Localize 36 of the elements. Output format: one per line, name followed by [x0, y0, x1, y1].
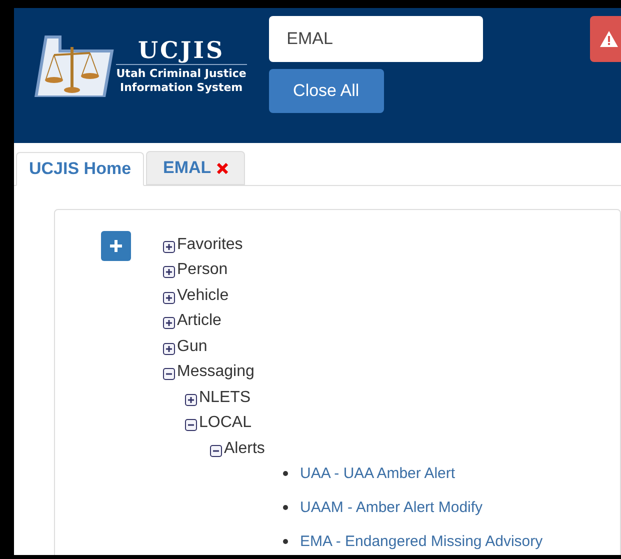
warning-icon — [600, 31, 618, 47]
search-field[interactable]: EMAL — [268, 16, 483, 62]
menu-link[interactable]: UAA - UAA Amber Alert — [300, 464, 456, 482]
collapse-icon[interactable] — [185, 419, 197, 432]
bullet-icon — [283, 505, 288, 510]
expand-icon[interactable] — [163, 240, 175, 253]
collapse-icon[interactable] — [163, 368, 175, 380]
expand-icon[interactable] — [185, 394, 197, 406]
tree-item[interactable]: Person — [177, 258, 228, 282]
close-all-button[interactable]: Close All — [268, 69, 384, 113]
logo-subtitle: Utah Criminal Justice — [116, 66, 246, 80]
close-icon[interactable] — [217, 162, 228, 174]
menu-link[interactable]: UAAM - Amber Alert Modify — [300, 498, 483, 516]
bullet-icon — [283, 539, 288, 544]
tab[interactable]: UCJIS Home — [16, 152, 144, 186]
scales-logo-icon — [34, 35, 114, 97]
expand-icon[interactable] — [163, 292, 175, 304]
expand-icon[interactable] — [163, 342, 175, 355]
tree-item[interactable]: Alerts — [224, 436, 265, 461]
tree-item[interactable]: LOCAL — [199, 411, 252, 436]
tree-item[interactable]: Gun — [177, 334, 208, 359]
logo-title: UCJIS — [116, 38, 247, 64]
tree-item[interactable]: NLETS — [199, 386, 251, 410]
tree-item[interactable]: Article — [177, 309, 222, 334]
add-button[interactable] — [101, 231, 131, 261]
tab[interactable]: EMAL — [146, 151, 246, 185]
tree-item[interactable]: Messaging — [177, 360, 254, 384]
tree-item[interactable]: Favorites — [177, 232, 243, 257]
logo-subtitle: Information System — [120, 80, 243, 94]
menu-link[interactable]: EMA - Endangered Missing Advisory — [300, 532, 543, 550]
expand-icon[interactable] — [163, 317, 175, 330]
plus-icon — [110, 240, 122, 252]
tree-item[interactable]: Vehicle — [177, 284, 229, 308]
expand-icon[interactable] — [163, 266, 175, 278]
collapse-icon[interactable] — [210, 444, 222, 457]
bullet-icon — [283, 471, 288, 476]
